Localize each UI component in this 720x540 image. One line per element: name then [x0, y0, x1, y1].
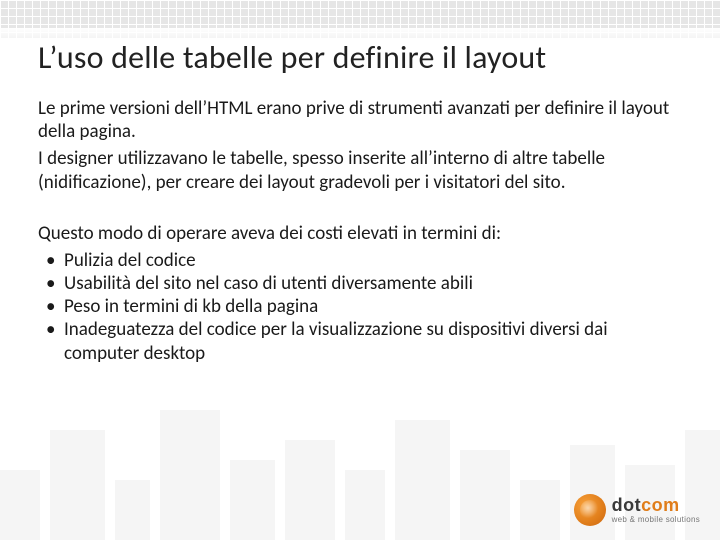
slide-body: Le prime versioni dell’HTML erano prive … — [38, 97, 682, 365]
paragraph-3: Questo modo di operare aveva dei costi e… — [38, 222, 682, 245]
slide-content: L’uso delle tabelle per definire il layo… — [0, 0, 720, 365]
logo-name: dotcom — [612, 496, 700, 514]
logo-globe-icon — [574, 494, 606, 526]
brand-logo: dotcom web & mobile solutions — [574, 494, 700, 526]
list-item: Peso in termini di kb della pagina — [64, 295, 682, 318]
logo-tagline: web & mobile solutions — [612, 516, 700, 524]
logo-name-accent: com — [641, 495, 680, 515]
list-item: Inadeguatezza del codice per la visualiz… — [64, 318, 682, 364]
slide-title: L’uso delle tabelle per definire il layo… — [38, 38, 682, 77]
paragraph-2: I designer utilizzavano le tabelle, spes… — [38, 147, 682, 193]
paragraph-1: Le prime versioni dell’HTML erano prive … — [38, 97, 682, 143]
list-item: Pulizia del codice — [64, 249, 682, 272]
list-item: Usabilità del sito nel caso di utenti di… — [64, 272, 682, 295]
bullet-list: Pulizia del codice Usabilità del sito ne… — [38, 249, 682, 365]
logo-name-main: dot — [612, 495, 641, 515]
